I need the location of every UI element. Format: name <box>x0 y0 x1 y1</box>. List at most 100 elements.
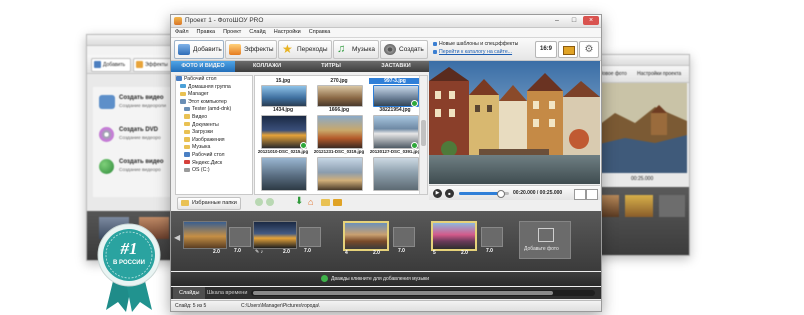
effects-button[interactable]: Эффекты <box>225 40 277 59</box>
slides-timeline: ◀ 2.0 7.0 ✎ ♪ 2.0 7.0 4 2.0 7.0 5 2.0 7.… <box>171 211 601 271</box>
tree-item-network-pc[interactable]: Tester (amd-dnk) <box>176 106 252 114</box>
transitions-button[interactable]: ★ Переходы <box>278 40 332 59</box>
down-arrow-icon[interactable]: ⬇ <box>295 196 303 207</box>
tab-collages[interactable]: КОЛЛАЖИ <box>235 61 299 72</box>
file-thumbnail[interactable] <box>317 157 363 191</box>
slide-thumbnail <box>431 221 477 251</box>
file-name-selected: 997-3.jpg <box>369 78 421 84</box>
tree-item-yandex-disk[interactable]: Яндекс.Диск <box>176 160 252 168</box>
home-icon[interactable]: ⌂ <box>308 197 313 207</box>
film-icon <box>99 95 115 109</box>
catalog-link[interactable]: Перейти к каталогу на сайте... <box>439 49 512 55</box>
tree-item-homegroup[interactable]: Домашняя группа <box>176 84 252 92</box>
snapshot-button[interactable] <box>574 189 586 200</box>
new-folder-icon[interactable] <box>333 199 342 206</box>
transition-item[interactable]: 7.0 <box>229 227 251 254</box>
transition-item[interactable]: 7.0 <box>299 227 321 254</box>
filmstrip-icon <box>563 46 575 55</box>
slide-item[interactable]: ✎ ♪ 2.0 <box>253 221 297 255</box>
award-badge: #1 В РОССИИ <box>92 222 166 312</box>
window-title: Проект 1 - ФотоШОУ PRO <box>185 17 264 24</box>
close-button[interactable]: × <box>583 16 599 25</box>
play-button[interactable]: ▶ <box>433 189 442 198</box>
tree-item-images[interactable]: Изображения <box>176 137 252 145</box>
menu-project[interactable]: Проект <box>219 28 245 35</box>
transitions-button-label: Переходы <box>297 46 328 53</box>
tree-item-this-pc[interactable]: Этот компьютер <box>176 99 252 107</box>
file-grid-scrollbar[interactable] <box>419 76 427 194</box>
slide-thumbnail <box>343 221 389 251</box>
folder-icon <box>180 83 186 89</box>
folder-icon[interactable] <box>321 199 330 206</box>
settings-button[interactable]: ⚙ <box>579 41 599 58</box>
slide-item-selected[interactable]: 4 2.0 <box>343 221 389 256</box>
rotate-left-icon[interactable] <box>255 198 263 206</box>
transition-item[interactable]: 7.0 <box>481 227 503 254</box>
transition-item[interactable]: 7.0 <box>393 227 415 254</box>
tab-slides[interactable]: Слайды <box>173 287 206 299</box>
scrollbar-thumb[interactable] <box>421 120 426 146</box>
current-path: C:\Users\Manager\Pictures\города\ <box>241 303 320 309</box>
tab-titles[interactable]: ТИТРЫ <box>299 61 363 72</box>
music-button-label: Музыка <box>352 46 375 53</box>
slideshow-view-button[interactable] <box>558 41 578 58</box>
tree-item-os-drive[interactable]: OS (C:) <box>176 167 252 175</box>
badge-text: В РОССИИ <box>113 260 145 266</box>
menu-edit[interactable]: Правка <box>193 28 220 35</box>
fullscreen-button[interactable] <box>586 189 598 200</box>
tree-item-desktop[interactable]: Рабочий стол <box>176 76 252 84</box>
news-link[interactable]: Новые шаблоны и спецэффекты <box>439 41 518 47</box>
slide-duration: 2.0 <box>461 250 468 256</box>
favorites-button[interactable]: Избранные папки <box>177 197 241 210</box>
folder-icon <box>184 137 190 142</box>
add-button[interactable]: Добавить <box>174 40 224 59</box>
menu-help[interactable]: Справка <box>305 28 335 35</box>
menu-file[interactable]: Файл <box>171 28 193 35</box>
file-name: 20121010-DSC_0215.jpg <box>257 149 309 154</box>
file-thumbnail[interactable] <box>317 115 363 149</box>
progress-handle[interactable] <box>497 190 505 198</box>
add-icon <box>94 61 101 68</box>
tree-item-downloads[interactable]: Загрузки <box>176 129 252 137</box>
progress-fill <box>459 192 499 195</box>
tree-item-desktop-2[interactable]: Рабочий стол <box>176 152 252 160</box>
music-button[interactable]: ♫ Музыка <box>333 40 379 59</box>
aspect-ratio-button[interactable]: 16:9 <box>535 41 557 58</box>
right-window-project-settings: Настройки проекта <box>637 71 682 77</box>
tree-item-manager[interactable]: Manager <box>176 91 252 99</box>
timeline-scrollbar[interactable] <box>251 290 595 296</box>
music-track[interactable]: Дважды кликните для добавления музыки <box>171 272 601 286</box>
tab-timeline[interactable]: Шкала времени <box>203 287 251 299</box>
slide-item[interactable]: 2.0 <box>183 221 227 255</box>
right-window-time: 00:25.000 <box>631 176 654 182</box>
file-thumbnail[interactable] <box>317 85 363 107</box>
tree-item-video[interactable]: Видео <box>176 114 252 122</box>
stop-button[interactable]: ■ <box>445 189 454 198</box>
file-thumbnail[interactable] <box>261 157 307 191</box>
progress-slider[interactable] <box>459 190 509 198</box>
tab-photo-video[interactable]: ФОТО И ВИДЕО <box>171 61 235 72</box>
file-name: 20121231-DSC_0319.jpg <box>313 149 365 154</box>
file-thumbnail[interactable] <box>373 157 419 191</box>
maximize-button[interactable]: □ <box>566 16 582 25</box>
player-controls: ▶ ■ 00:20.000 / 00:25.000 <box>429 185 600 200</box>
add-photo-placeholder[interactable]: Добавьте фото <box>519 221 571 259</box>
file-grid: 15.jpg 270.jpg 997-3.jpg 1434.jpg 1666.j… <box>254 75 428 195</box>
timeline-scrollbar-thumb[interactable] <box>253 291 553 295</box>
file-thumbnail[interactable] <box>261 85 307 107</box>
music-hint: Дважды кликните для добавления музыки <box>331 276 430 282</box>
computer-icon <box>180 99 186 104</box>
tab-intros[interactable]: ЗАСТАВКИ <box>363 61 429 72</box>
menu-slide[interactable]: Слайд <box>245 28 270 35</box>
tree-item-music[interactable]: Музыка <box>176 144 252 152</box>
create-button[interactable]: Создать <box>380 40 428 59</box>
minimize-button[interactable]: – <box>549 16 565 25</box>
timeline-left-arrow[interactable]: ◀ <box>174 233 180 242</box>
slide-number: 5 <box>433 250 436 256</box>
playback-time: 00:20.000 / 00:25.000 <box>513 190 563 196</box>
tree-item-documents[interactable]: Документы <box>176 122 252 130</box>
left-window-effects-label: Эффекты <box>145 62 168 68</box>
menu-settings[interactable]: Настройки <box>270 28 305 35</box>
slide-item[interactable]: 5 2.0 <box>431 221 477 256</box>
rotate-right-icon[interactable] <box>266 198 274 206</box>
